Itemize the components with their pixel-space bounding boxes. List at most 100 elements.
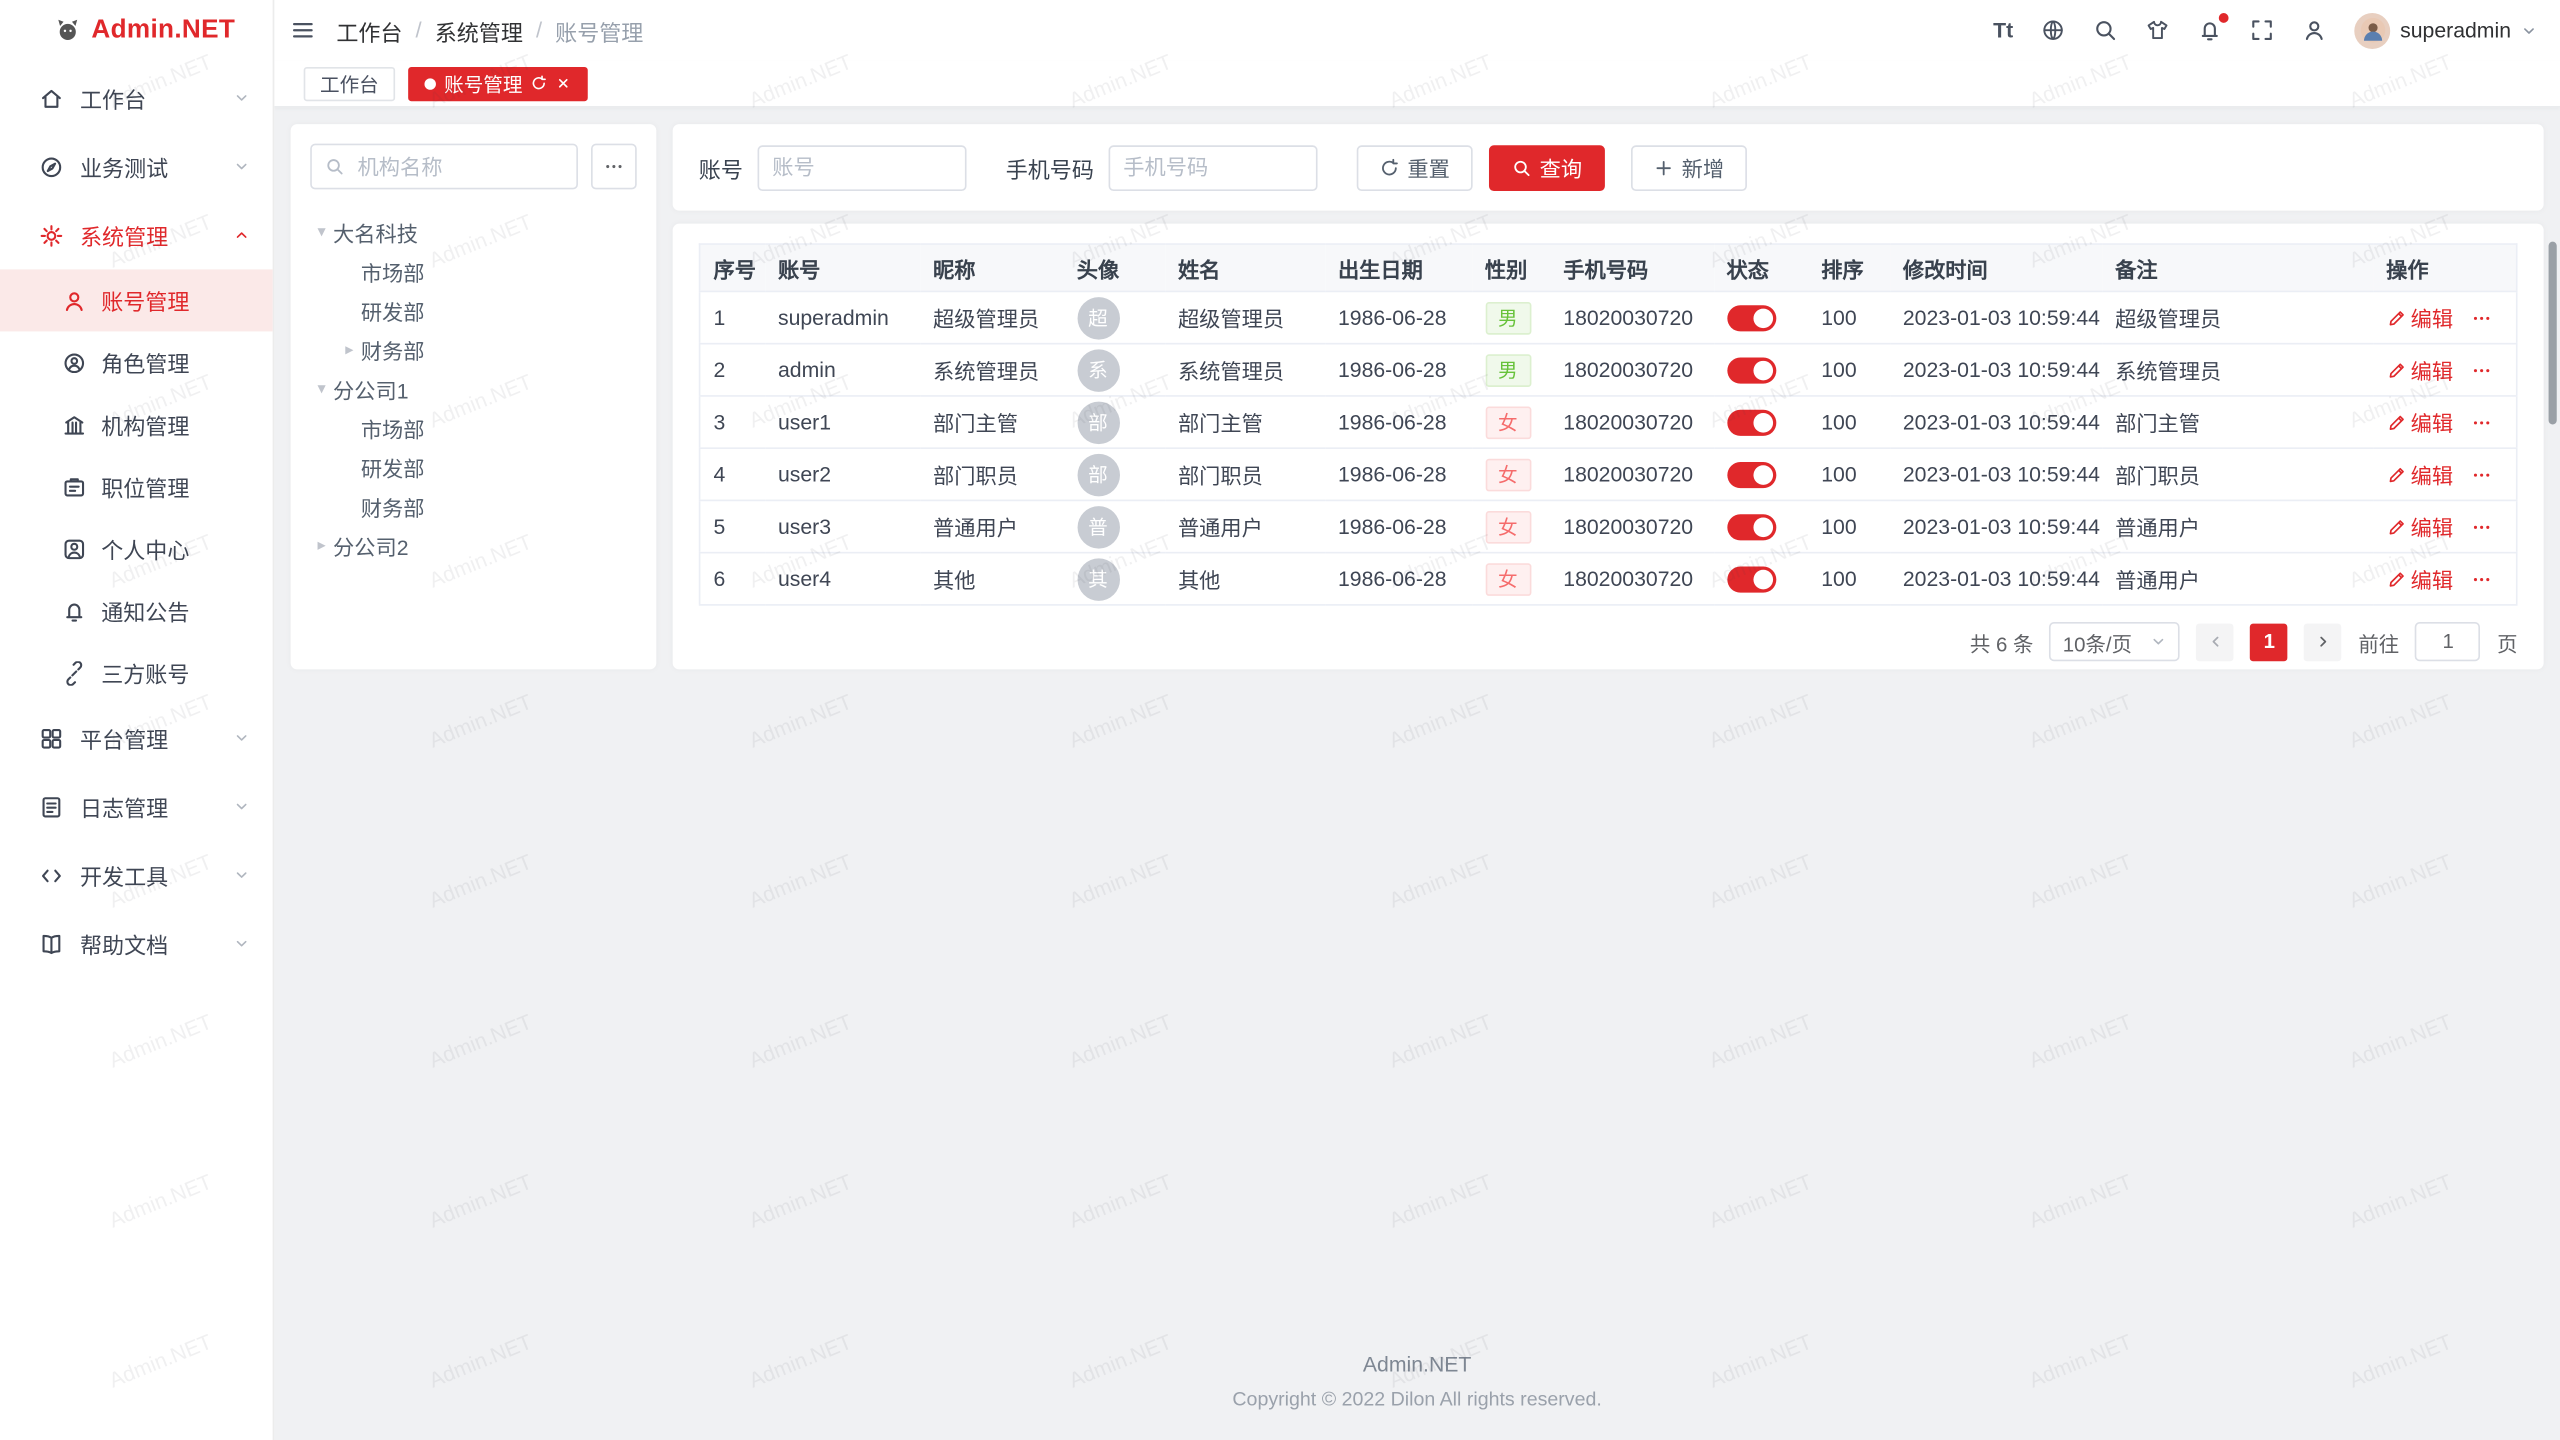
goto-page-input[interactable] [2415,622,2480,661]
status-toggle[interactable] [1727,462,1776,488]
gender-tag: 女 [1485,510,1531,543]
sidebar-item-business-test[interactable]: 业务测试 [0,132,273,201]
sidebar-item-notice[interactable]: 通知公告 [0,580,273,642]
avatar [2354,12,2390,48]
tree-node[interactable]: ▸财务部 [310,330,637,369]
sidebar-item-workbench[interactable]: 工作台 [0,64,273,133]
row-avatar: 其 [1077,558,1119,600]
tab-account-management[interactable]: 账号管理 [408,66,588,100]
sidebar-item-label: 帮助文档 [80,927,168,960]
tab-label: 工作台 [320,69,379,97]
sidebar-item-org-management[interactable]: 机构管理 [0,393,273,455]
grid-icon [39,726,63,750]
sidebar-item-label: 通知公告 [101,594,189,627]
edit-button[interactable]: 编辑 [2386,354,2453,385]
org-search-input[interactable] [354,153,563,181]
caret-right-icon[interactable]: ▸ [338,340,361,358]
table-row: 2 admin 系统管理员 系 系统管理员 1986-06-28 男 18020… [700,344,2517,396]
tree-node[interactable]: ▾分公司1 [310,369,637,408]
user-icon[interactable] [2302,18,2326,42]
topbar: 工作台 / 系统管理 / 账号管理 Tt superadmin [274,0,2560,60]
logo[interactable]: Admin.NET [0,0,273,60]
tree-node-label: 市场部 [361,412,425,443]
more-actions-icon[interactable] [2471,308,2491,328]
close-icon[interactable] [555,75,571,91]
next-page-button[interactable] [2304,623,2342,661]
sidebar-item-label: 职位管理 [101,470,189,503]
main-area: 工作台 / 系统管理 / 账号管理 Tt superadmin [274,0,2560,1440]
sidebar-item-label: 角色管理 [101,346,189,379]
sidebar-item-personal-center[interactable]: 个人中心 [0,518,273,580]
sidebar-item-position-management[interactable]: 职位管理 [0,456,273,518]
row-avatar: 超 [1077,296,1119,338]
search-label: 查询 [1540,152,1582,183]
user-menu[interactable]: superadmin [2354,12,2537,48]
tree-node[interactable]: 研发部 [310,291,637,330]
col-nickname: 昵称 [920,244,1064,291]
caret-down-icon[interactable]: ▾ [310,223,333,241]
tab-workbench[interactable]: 工作台 [304,66,395,100]
org-search-field[interactable] [310,144,578,190]
sidebar-item-role-management[interactable]: 角色管理 [0,331,273,393]
theme-icon[interactable] [2145,18,2169,42]
page-number-current[interactable]: 1 [2251,623,2289,661]
edit-button[interactable]: 编辑 [2386,302,2453,333]
sidebar-item-label: 开发工具 [80,859,168,892]
tree-node[interactable]: 研发部 [310,447,637,486]
status-toggle[interactable] [1727,305,1776,331]
more-actions-icon[interactable] [2471,360,2491,380]
refresh-icon[interactable] [531,75,547,91]
tree-node[interactable]: 市场部 [310,251,637,290]
notification-bell-icon[interactable] [2198,18,2222,42]
status-toggle[interactable] [1727,566,1776,592]
table-row: 6 user4 其他 其 其他 1986-06-28 女 18020030720 [700,553,2517,605]
more-actions-icon[interactable] [2471,412,2491,432]
sidebar-item-platform-management[interactable]: 平台管理 [0,704,273,773]
edit-button[interactable]: 编辑 [2386,407,2453,438]
edit-button[interactable]: 编辑 [2386,459,2453,490]
search-button[interactable]: 查询 [1489,144,1605,190]
sidebar-item-label: 平台管理 [80,722,168,755]
account-input[interactable] [758,144,967,190]
add-button[interactable]: 新增 [1631,144,1747,190]
fullscreen-icon[interactable] [2250,18,2274,42]
globe-icon[interactable] [2041,18,2065,42]
more-actions-icon[interactable] [2471,464,2491,484]
search-icon [325,157,345,177]
tree-node[interactable]: ▾大名科技 [310,212,637,251]
more-actions-icon[interactable] [2471,569,2491,589]
font-size-icon[interactable]: Tt [1993,18,2013,42]
edit-button[interactable]: 编辑 [2386,511,2453,542]
breadcrumb-item[interactable]: 工作台 [336,14,402,47]
phone-input[interactable] [1109,144,1318,190]
more-options-button[interactable] [591,144,637,190]
sidebar-item-system-management[interactable]: 系统管理 [0,201,273,270]
chevron-down-icon [2521,22,2537,38]
sidebar-item-account-management[interactable]: 账号管理 [0,269,273,331]
gender-tag: 女 [1485,562,1531,595]
status-toggle[interactable] [1727,357,1776,383]
page-size-select[interactable]: 10条/页 [2050,622,2181,661]
logo-icon [56,18,80,42]
breadcrumb-item[interactable]: 系统管理 [435,14,523,47]
search-icon[interactable] [2093,18,2117,42]
more-actions-icon[interactable] [2471,517,2491,537]
status-toggle[interactable] [1727,514,1776,540]
reset-button[interactable]: 重置 [1357,144,1473,190]
sidebar-item-third-party-account[interactable]: 三方账号 [0,642,273,704]
caret-down-icon[interactable]: ▾ [310,380,333,398]
prev-page-button[interactable] [2197,623,2235,661]
tree-node[interactable]: ▸分公司2 [310,526,637,565]
hamburger-menu-icon[interactable] [291,18,315,42]
caret-right-icon[interactable]: ▸ [310,536,333,554]
scrollbar-thumb[interactable] [2549,242,2557,425]
tree-node[interactable]: 市场部 [310,408,637,447]
status-toggle[interactable] [1727,409,1776,435]
sidebar-item-log-management[interactable]: 日志管理 [0,772,273,841]
sidebar-item-dev-tools[interactable]: 开发工具 [0,841,273,910]
row-avatar: 普 [1077,505,1119,547]
tree-node[interactable]: 财务部 [310,487,637,526]
sidebar-item-help-docs[interactable]: 帮助文档 [0,909,273,978]
edit-button[interactable]: 编辑 [2386,563,2453,594]
sidebar-item-label: 三方账号 [101,656,189,689]
